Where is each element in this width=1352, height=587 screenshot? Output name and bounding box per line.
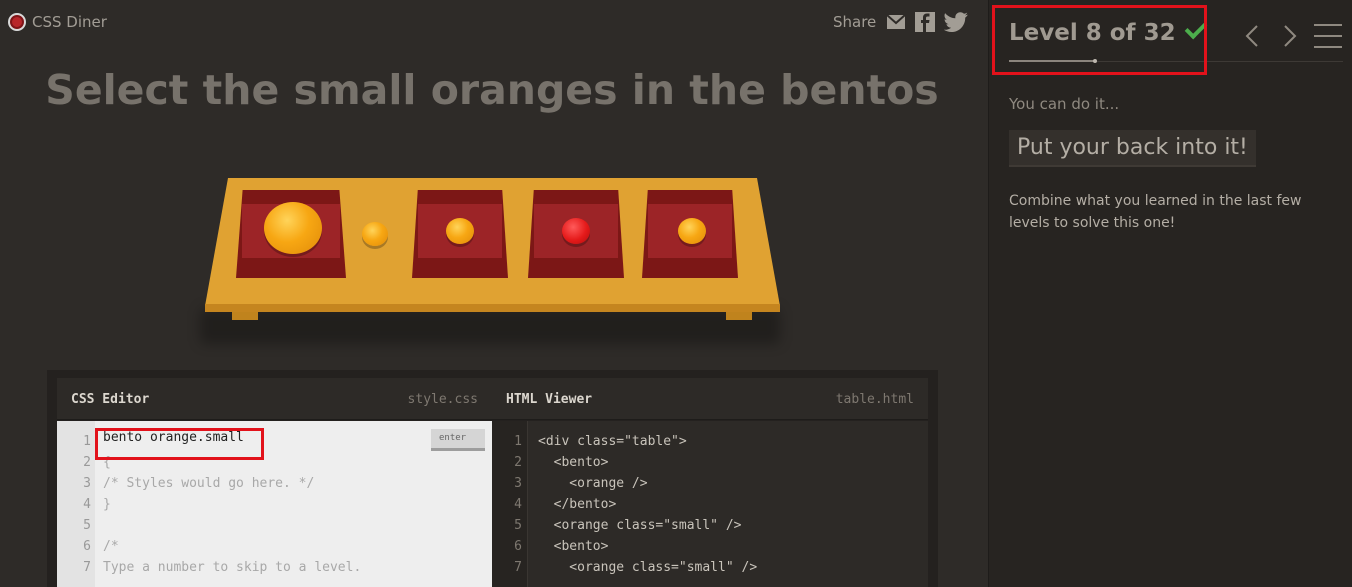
checkmark-icon	[1184, 16, 1207, 40]
table-shadow	[200, 308, 780, 344]
bento-box[interactable]	[236, 190, 346, 278]
level-description: Combine what you learned in the last few…	[1009, 193, 1302, 231]
line-number: 4	[83, 497, 91, 512]
chevron-left-icon[interactable]	[1241, 24, 1265, 48]
code-line: }	[103, 497, 111, 512]
line-number: 6	[514, 539, 522, 554]
orange-large[interactable]	[264, 202, 322, 254]
line-number: 4	[514, 497, 522, 512]
css-editor-header: CSS Editor style.css	[57, 378, 492, 420]
line-number: 3	[514, 476, 522, 491]
code-line: {	[103, 455, 111, 470]
level-indicator: Level 8 of 32	[1009, 16, 1207, 46]
level-label: Level 8 of 32	[1009, 20, 1176, 46]
orange-small[interactable]	[446, 218, 474, 244]
enter-button[interactable]: enter	[431, 429, 485, 451]
bento-box[interactable]	[642, 190, 738, 278]
level-progress-dot	[1093, 59, 1097, 63]
share-bar: Share	[833, 12, 977, 32]
apple-small[interactable]	[562, 218, 590, 244]
table-edge	[205, 304, 780, 312]
code-line: /*	[103, 539, 119, 554]
html-viewer: 1 2 3 4 5 6 7 <div class="table"> <bento…	[492, 421, 928, 587]
html-viewer-header: HTML Viewer table.html	[492, 378, 928, 420]
table-leg	[232, 312, 258, 320]
level-sidebar: Level 8 of 32 You can do it... Put your …	[988, 0, 1352, 587]
css-editor-title: CSS Editor	[71, 392, 150, 407]
menu-icon[interactable]	[1314, 24, 1342, 48]
app-logo[interactable]: CSS Diner	[8, 13, 107, 31]
facebook-icon[interactable]	[915, 12, 936, 32]
level-subtitle: You can do it...	[1009, 95, 1120, 113]
css-file-name: style.css	[407, 392, 478, 407]
line-number: 1	[514, 434, 522, 449]
html-line[interactable]: <orange class="small" />	[538, 560, 757, 575]
html-file-name: table.html	[835, 392, 914, 407]
bento-box[interactable]	[528, 190, 624, 278]
line-number: 2	[514, 455, 522, 470]
line-number: 3	[83, 476, 91, 491]
table-leg	[726, 312, 752, 320]
code-line: Type a number to skip to a level.	[103, 560, 362, 575]
html-line[interactable]: <bento>	[538, 539, 609, 554]
game-area: CSS Diner Share Select the small oranges…	[0, 0, 988, 587]
html-viewer-title: HTML Viewer	[506, 392, 593, 407]
html-line[interactable]: <orange class="small" />	[538, 518, 742, 533]
line-number: 5	[83, 518, 91, 533]
code-line: /* Styles would go here. */	[103, 476, 315, 491]
html-line[interactable]: <bento>	[538, 455, 609, 470]
line-number: 1	[83, 434, 91, 449]
chevron-right-icon[interactable]	[1279, 24, 1303, 48]
orange-small[interactable]	[362, 222, 388, 246]
app-name: CSS Diner	[32, 13, 107, 31]
css-editor: 1 2 3 4 5 6 7 { /* Styles would go here.…	[57, 421, 492, 587]
level-instruction: Select the small oranges in the bentos	[45, 66, 939, 114]
editor-panel: CSS Editor style.css HTML Viewer table.h…	[47, 370, 938, 587]
line-number: 6	[83, 539, 91, 554]
level-hint-title: Put your back into it!	[1009, 130, 1256, 167]
orange-small[interactable]	[678, 218, 706, 244]
dining-table	[190, 168, 790, 348]
line-number: 5	[514, 518, 522, 533]
logo-plate-icon	[8, 13, 26, 31]
line-number: 7	[514, 560, 522, 575]
html-line[interactable]: </bento>	[538, 497, 617, 512]
share-label: Share	[833, 13, 877, 31]
twitter-icon[interactable]	[943, 12, 969, 32]
mail-icon[interactable]	[886, 12, 906, 32]
line-number: 7	[83, 560, 91, 575]
css-selector-input[interactable]	[103, 430, 263, 445]
html-line[interactable]: <orange />	[538, 476, 647, 491]
line-number: 2	[83, 455, 91, 470]
level-progress-fill	[1009, 60, 1095, 62]
bento-box[interactable]	[412, 190, 508, 278]
html-line[interactable]: <div class="table">	[538, 434, 687, 449]
